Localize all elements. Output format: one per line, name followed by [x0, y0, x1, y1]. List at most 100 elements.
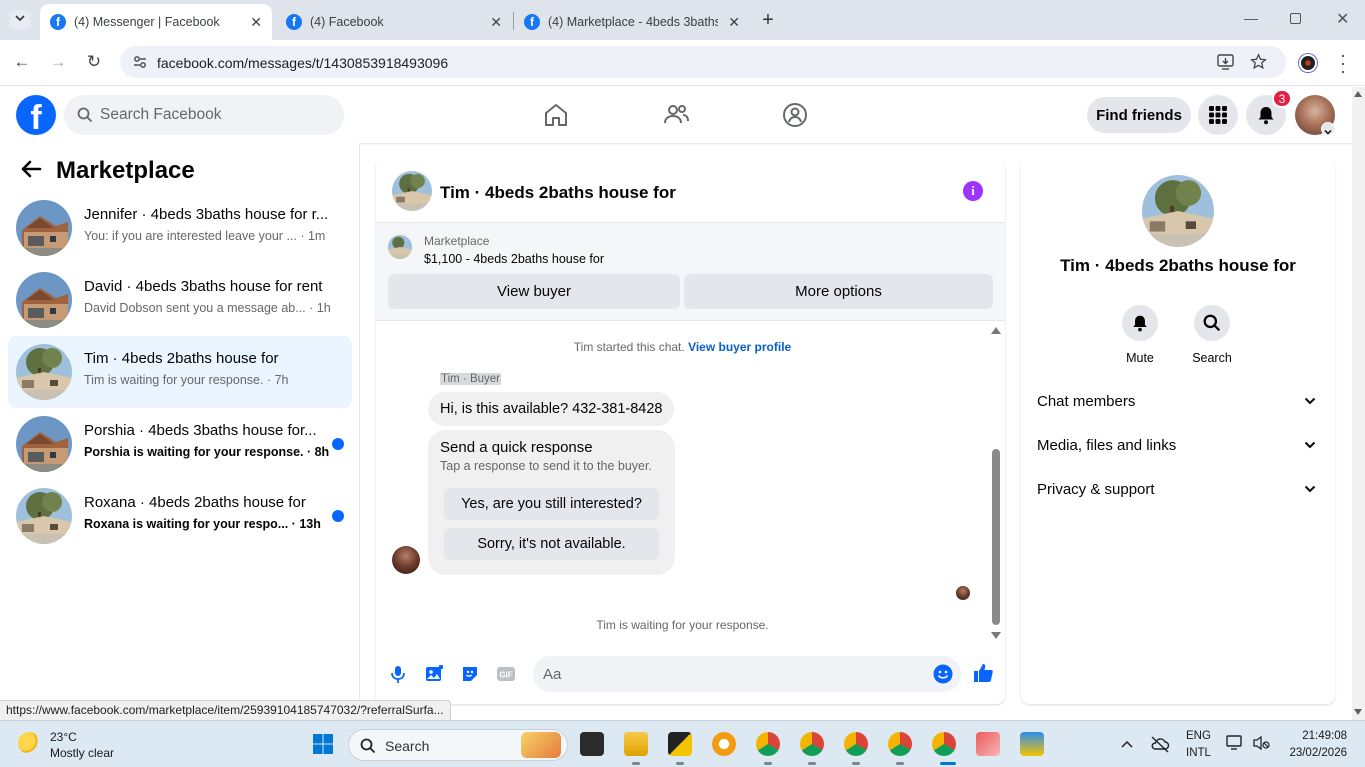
task-view-icon[interactable] [580, 732, 604, 756]
snipping-tool-icon[interactable] [976, 732, 1000, 756]
scroll-up-arrow[interactable] [991, 327, 1001, 334]
clock-date[interactable]: 23/02/2026 [1289, 747, 1347, 759]
file-explorer-icon[interactable] [624, 732, 648, 756]
clock-time[interactable]: 21:49:08 [1302, 730, 1347, 742]
privacy-support-section[interactable]: Privacy & support [1029, 469, 1327, 509]
chrome-icon[interactable] [932, 732, 956, 756]
photo-icon[interactable] [424, 664, 444, 684]
chrome-icon[interactable] [756, 732, 780, 756]
view-buyer-profile-link[interactable]: View buyer profile [688, 340, 791, 354]
sticker-icon[interactable] [460, 664, 480, 684]
scroll-up-arrow[interactable] [1354, 91, 1362, 97]
listing-thumbnail[interactable] [1142, 175, 1214, 247]
tab-close-icon[interactable]: ✕ [250, 14, 262, 31]
waiting-status: Tim is waiting for your response. [596, 618, 769, 632]
forward-button[interactable]: → [48, 52, 68, 72]
friends-icon[interactable] [662, 101, 690, 129]
new-tab-button[interactable]: + [758, 9, 778, 31]
page-scrollbar[interactable] [1352, 87, 1365, 720]
site-settings-icon[interactable] [132, 54, 148, 70]
microphone-icon[interactable] [388, 664, 408, 684]
mute-circle[interactable] [1122, 305, 1158, 341]
weather-icon[interactable] [18, 732, 40, 754]
weather-temperature[interactable]: 23°C [50, 730, 77, 744]
input-layout[interactable]: INTL [1186, 747, 1211, 759]
minimize-button[interactable]: — [1244, 10, 1260, 26]
network-icon[interactable] [1226, 735, 1244, 751]
conversation-item-david[interactable]: David · 4beds 3baths house for rent Davi… [8, 264, 352, 336]
address-bar[interactable]: facebook.com/messages/t/1430853918493096 [120, 46, 1286, 78]
gif-icon[interactable]: GIF [496, 664, 516, 684]
message-input-wrap[interactable] [533, 656, 961, 692]
quick-response-no-button[interactable]: Sorry, it's not available. [444, 528, 659, 560]
home-icon[interactable] [542, 101, 570, 129]
weather-description[interactable]: Mostly clear [50, 746, 114, 760]
media-files-links-section[interactable]: Media, files and links [1029, 425, 1327, 465]
tab-facebook[interactable]: f (4) Facebook ✕ [276, 4, 512, 40]
tab-close-icon[interactable]: ✕ [728, 14, 740, 31]
url-text[interactable]: facebook.com/messages/t/1430853918493096 [157, 55, 448, 71]
tab-close-icon[interactable]: ✕ [490, 14, 502, 31]
scroll-thumb[interactable] [992, 449, 1000, 625]
search-circle[interactable] [1194, 305, 1230, 341]
cloud-offline-icon[interactable] [1150, 735, 1170, 753]
running-indicator [632, 762, 640, 765]
vpn-app-icon[interactable] [712, 732, 736, 756]
facebook-favicon-icon: f [524, 14, 540, 30]
message-input[interactable] [543, 656, 913, 692]
windows-start-icon[interactable] [312, 733, 334, 755]
account-chevron-icon[interactable] [1321, 122, 1335, 136]
tab-search-button[interactable] [10, 10, 30, 30]
quick-response-title: Send a quick response [440, 439, 593, 456]
conversation-item-porshia[interactable]: Porshia · 4beds 3baths house for... Pors… [8, 408, 352, 480]
more-options-button[interactable]: More options [684, 274, 993, 309]
chrome-icon[interactable] [844, 732, 868, 756]
paint-app-icon[interactable] [1020, 732, 1044, 756]
view-buyer-button[interactable]: View buyer [388, 274, 680, 309]
tab-messenger[interactable]: f (4) Messenger | Facebook ✕ [40, 4, 272, 40]
browser-menu-icon[interactable]: · · · [1340, 46, 1346, 80]
conversation-item-jennifer[interactable]: Jennifer · 4beds 3baths house for r... Y… [8, 192, 352, 264]
facebook-logo-icon[interactable]: f [16, 95, 56, 135]
system-message: Tim started this chat. View buyer profil… [376, 340, 989, 354]
volume-muted-icon[interactable] [1252, 735, 1270, 751]
mute-button[interactable]: Mute [1110, 305, 1170, 365]
chrome-icon[interactable] [888, 732, 912, 756]
tab-marketplace[interactable]: f (4) Marketplace - 4beds 3baths ✕ [514, 4, 750, 40]
scroll-down-arrow[interactable] [1354, 709, 1362, 715]
chrome-icon[interactable] [800, 732, 824, 756]
info-icon[interactable]: i [963, 181, 983, 201]
menu-button[interactable] [1198, 95, 1238, 135]
notes-app-icon[interactable] [668, 732, 692, 756]
facebook-search[interactable] [64, 95, 344, 135]
quick-response-yes-button[interactable]: Yes, are you still interested? [444, 488, 659, 520]
groups-icon[interactable] [781, 101, 809, 129]
facebook-favicon-icon: f [50, 14, 66, 30]
close-window-button[interactable]: ✕ [1336, 9, 1349, 29]
chat-members-section[interactable]: Chat members [1029, 381, 1327, 421]
chat-listing-avatar[interactable] [392, 171, 432, 211]
chat-scrollbar[interactable] [991, 327, 1001, 643]
back-arrow-icon[interactable] [20, 159, 42, 185]
bookmark-star-icon[interactable] [1250, 53, 1267, 70]
listing-price-title[interactable]: $1,100 - 4beds 2baths house for [424, 252, 604, 266]
taskbar-search[interactable]: Search [348, 729, 568, 761]
input-language[interactable]: ENG [1186, 730, 1211, 742]
search-conversation-button[interactable]: Search [1182, 305, 1242, 365]
conversation-item-tim[interactable]: Tim · 4beds 2baths house for Tim is wait… [8, 336, 352, 408]
profile-extension-icon[interactable] [1299, 54, 1317, 72]
scroll-down-arrow[interactable] [991, 632, 1001, 639]
reload-button[interactable]: ↻ [84, 52, 104, 72]
back-button[interactable]: ← [12, 52, 32, 72]
conversation-item-roxana[interactable]: Roxana · 4beds 2baths house for Roxana i… [8, 480, 352, 552]
message-bubble[interactable]: Hi, is this available? 432-381-8428 [428, 392, 675, 426]
search-input[interactable] [100, 95, 330, 135]
emoji-icon[interactable] [933, 664, 953, 684]
chat-title[interactable]: Tim · 4beds 2baths house for [440, 183, 676, 203]
chevron-up-icon[interactable] [1121, 739, 1133, 749]
install-app-icon[interactable] [1217, 54, 1234, 70]
thumbs-up-icon[interactable] [972, 662, 994, 684]
find-friends-button[interactable]: Find friends [1087, 97, 1191, 133]
restore-button[interactable] [1290, 13, 1301, 24]
avatar[interactable] [392, 546, 420, 574]
